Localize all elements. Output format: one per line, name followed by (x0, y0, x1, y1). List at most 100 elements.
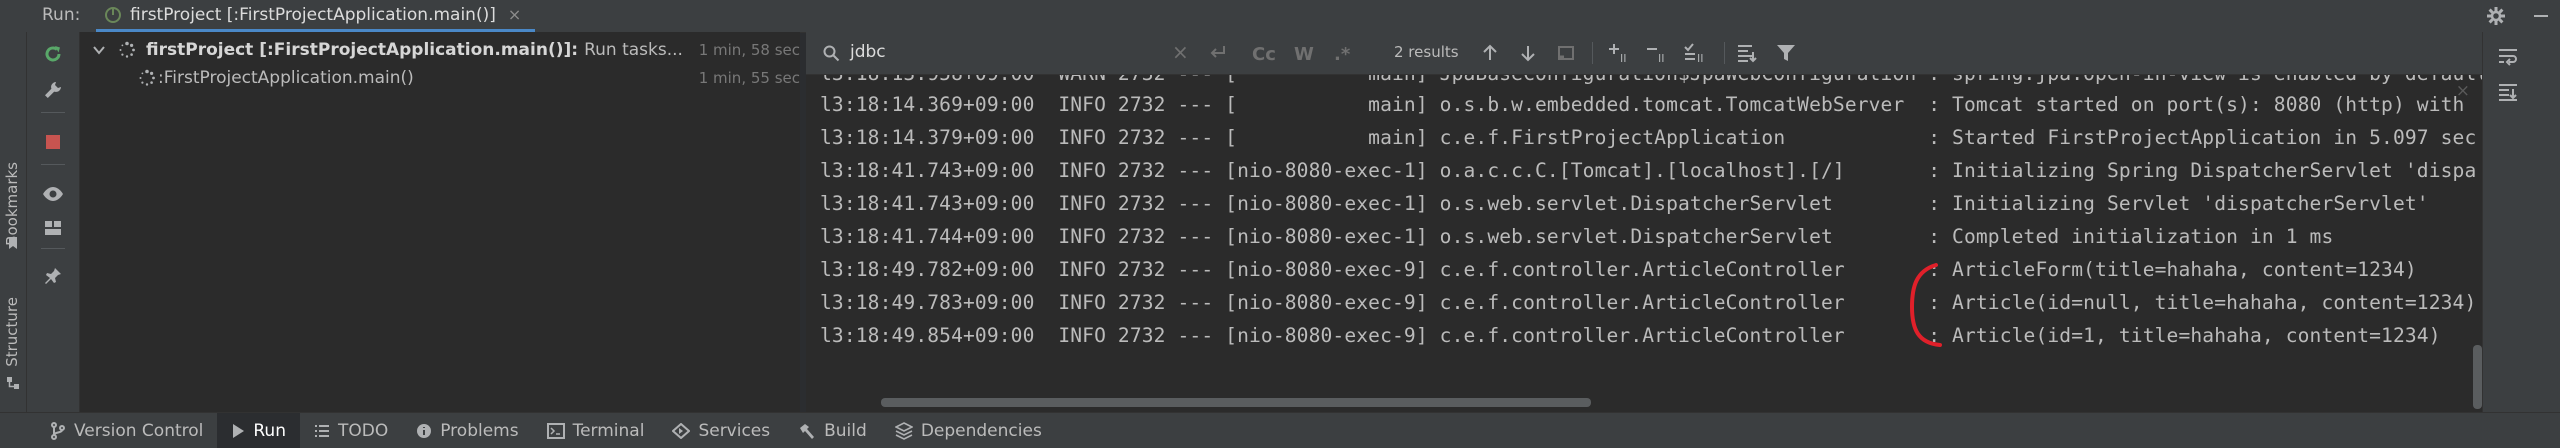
log-line: l3:18:14.379+09:00 INFO 2732 --- [ main]… (820, 126, 2477, 149)
right-tool-strip (2482, 32, 2560, 412)
log-line: l3:18:49.854+09:00 INFO 2732 --- [nio-80… (820, 324, 2441, 347)
tab-label: Version Control (74, 420, 204, 441)
tab-todo[interactable]: TODO (300, 413, 402, 448)
bookmarks-tab[interactable]: Bookmarks (3, 162, 21, 246)
loading-spinner-icon (138, 69, 156, 87)
hammer-icon (800, 423, 815, 439)
list-filter-icon (1738, 45, 1757, 63)
console-output[interactable]: × l3:18:13.958+09:00 WARN 2732 --- [ mai… (806, 75, 2482, 412)
run-toolbar (27, 32, 80, 412)
horizontal-scrollbar[interactable] (806, 394, 2482, 412)
run-icon (233, 423, 245, 438)
tab-version-control[interactable]: Version Control (36, 413, 217, 448)
pin-tab-button[interactable] (39, 262, 67, 290)
tree-task-time: 1 min, 55 sec (698, 69, 800, 87)
new-line-icon[interactable] (1208, 42, 1228, 62)
tab-run-configuration[interactable]: firstProject [:FirstProjectApplication.m… (96, 0, 536, 32)
svg-text:II: II (1697, 52, 1704, 64)
tab-dependencies[interactable]: Dependencies (881, 413, 1056, 448)
info-icon (417, 423, 432, 438)
log-line: l3:18:41.744+09:00 INFO 2732 --- [nio-80… (820, 225, 2334, 248)
previous-occurrence-button[interactable] (1476, 39, 1504, 67)
eye-icon (43, 187, 63, 201)
list-icon (314, 424, 329, 437)
toolbar-separator (41, 164, 65, 165)
filter-button[interactable] (1772, 39, 1800, 67)
filter-search-results-button[interactable] (1734, 39, 1762, 67)
tab-services[interactable]: Services (658, 413, 784, 448)
whole-words-toggle[interactable]: W (1294, 44, 1314, 65)
tree-project-time: 1 min, 58 sec (698, 41, 800, 59)
show-passed-button[interactable] (39, 180, 67, 208)
select-all-occurrences-button[interactable]: II (1682, 39, 1710, 67)
search-results-count: 2 results (1394, 43, 1459, 61)
clear-search-icon[interactable]: × (1172, 40, 1189, 64)
arrow-down-icon (1521, 46, 1535, 62)
loading-spinner-icon (118, 41, 136, 59)
horizontal-scrollbar-thumb[interactable] (881, 398, 1591, 407)
minimize-icon[interactable] (2532, 7, 2550, 25)
run-tree: firstProject [:FirstProjectApplication.m… (80, 32, 800, 412)
remove-occurrence-button[interactable]: II (1644, 39, 1672, 67)
tab-run[interactable]: Run (217, 413, 300, 448)
tree-project-name: firstProject [:FirstProjectApplication.m… (146, 40, 579, 60)
tab-terminal[interactable]: Terminal (533, 413, 659, 448)
log-line: l3:18:41.743+09:00 INFO 2732 --- [nio-80… (820, 159, 2477, 182)
tab-label: Build (824, 420, 867, 441)
tab-label: Terminal (572, 420, 645, 441)
add-occurrence-icon: II (1609, 44, 1627, 64)
console-search-bar: jdbc × Cc W .* 2 results II II II (806, 32, 2506, 75)
run-tab-title: firstProject [:FirstProjectApplication.m… (130, 4, 496, 25)
services-icon (672, 422, 691, 439)
tree-row-main-task[interactable]: :FirstProjectApplication.main() 1 min, 5… (80, 64, 800, 92)
next-occurrence-button[interactable] (1514, 39, 1542, 67)
tab-label: Run (253, 420, 286, 441)
open-in-window-button[interactable] (1552, 39, 1580, 67)
log-line: l3:18:14.369+09:00 INFO 2732 --- [ main]… (820, 93, 2465, 116)
expand-chevron-icon[interactable] (92, 43, 106, 57)
tree-project-status: Run tasks... (584, 40, 683, 60)
log-line: l3:18:49.782+09:00 INFO 2732 --- [nio-80… (820, 258, 2417, 281)
soft-wrap-icon[interactable] (2497, 46, 2519, 68)
svg-text:II: II (1658, 52, 1665, 64)
rerun-button[interactable] (39, 40, 67, 68)
modify-run-config-button[interactable] (39, 76, 67, 104)
pin-icon (45, 268, 61, 284)
layers-icon (894, 421, 913, 440)
tab-build[interactable]: Build (784, 413, 881, 448)
scroll-to-end-icon[interactable] (2497, 82, 2519, 104)
tab-label: Dependencies (920, 420, 1042, 441)
match-case-toggle[interactable]: Cc (1252, 44, 1276, 65)
search-input[interactable]: jdbc × Cc W .* (810, 38, 1360, 68)
tab-label: Problems (440, 420, 519, 441)
left-tool-strip: Bookmarks Structure (0, 32, 27, 412)
tab-label: TODO (337, 420, 389, 441)
spring-boot-icon (104, 6, 122, 24)
search-value: jdbc (850, 42, 886, 62)
add-occurrence-button[interactable]: II (1606, 39, 1634, 67)
close-tab-icon[interactable]: × (508, 5, 521, 24)
search-icon[interactable] (822, 44, 840, 62)
remove-occurrence-icon: II (1647, 48, 1665, 64)
bottom-tool-window-bar: Version Control Run TODO Problems Termin… (0, 412, 2560, 448)
toolbar-separator (41, 248, 65, 249)
log-line: l3:18:13.958+09:00 WARN 2732 --- [ main]… (820, 75, 2482, 92)
tab-problems[interactable]: Problems (402, 413, 532, 448)
structure-tab[interactable]: Structure (3, 297, 21, 367)
window-controls (2486, 0, 2550, 32)
searchbar-separator (1592, 42, 1593, 64)
layout-button[interactable] (39, 214, 67, 242)
funnel-icon (1777, 45, 1795, 61)
settings-gear-icon[interactable] (2486, 6, 2506, 26)
stop-button[interactable] (39, 128, 67, 156)
log-line: l3:18:49.783+09:00 INFO 2732 --- [nio-80… (820, 291, 2477, 314)
tree-row-project[interactable]: firstProject [:FirstProjectApplication.m… (80, 36, 800, 64)
stop-icon (46, 135, 60, 149)
regex-toggle[interactable]: .* (1334, 44, 1350, 65)
vertical-scrollbar-thumb[interactable] (2473, 345, 2482, 409)
arrow-up-icon (1483, 44, 1497, 60)
rerun-icon (45, 46, 61, 62)
tree-task-name: :FirstProjectApplication.main() (158, 68, 414, 88)
toolbar-separator (41, 112, 65, 113)
tab-label: Services (698, 420, 771, 441)
